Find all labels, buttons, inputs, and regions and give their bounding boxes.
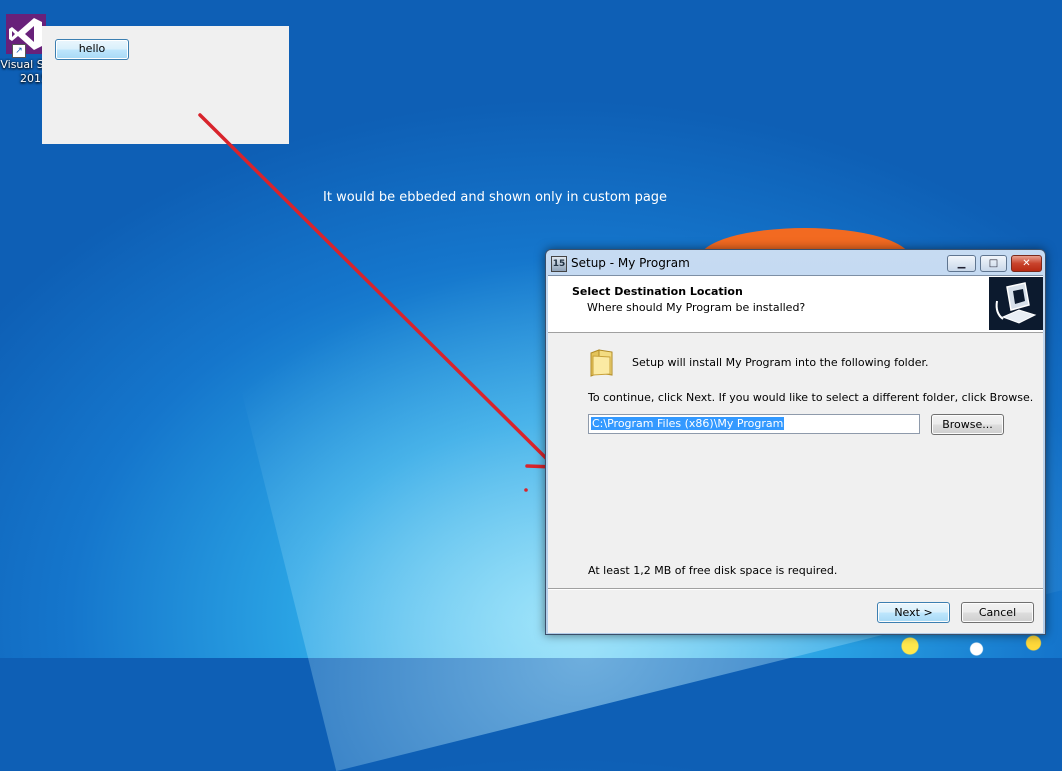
arrow-shaft [198, 113, 557, 469]
window-title: Setup - My Program [571, 256, 690, 270]
setup-window: 15 Setup - My Program ▁ □ ✕ Select Desti… [545, 249, 1046, 635]
next-button[interactable]: Next > [877, 602, 950, 623]
disk-space-text: At least 1,2 MB of free disk space is re… [588, 564, 838, 577]
setup-app-icon: 15 [551, 256, 567, 272]
wizard-client-area: Select Destination Location Where should… [548, 275, 1043, 633]
ink-dot [524, 488, 528, 492]
title-bar[interactable]: 15 Setup - My Program ▁ □ ✕ [546, 250, 1045, 278]
maximize-button[interactable]: □ [980, 255, 1007, 272]
minimize-button[interactable]: ▁ [947, 255, 976, 272]
wizard-computer-icon [989, 277, 1043, 330]
wizard-header: Select Destination Location Where should… [548, 276, 1043, 333]
page-title: Select Destination Location [572, 285, 743, 298]
bottom-separator [548, 588, 1043, 590]
folder-icon [588, 348, 616, 378]
install-info-text: Setup will install My Program into the f… [632, 356, 929, 369]
continue-instruction-text: To continue, click Next. If you would li… [588, 391, 1034, 404]
cancel-button[interactable]: Cancel [961, 602, 1034, 623]
close-button[interactable]: ✕ [1011, 255, 1042, 272]
selected-path-text: C:\Program Files (x86)\My Program [591, 417, 785, 430]
destination-path-input[interactable]: C:\Program Files (x86)\My Program [588, 414, 920, 434]
browse-button[interactable]: Browse... [931, 414, 1004, 435]
page-subtitle: Where should My Program be installed? [587, 301, 806, 314]
